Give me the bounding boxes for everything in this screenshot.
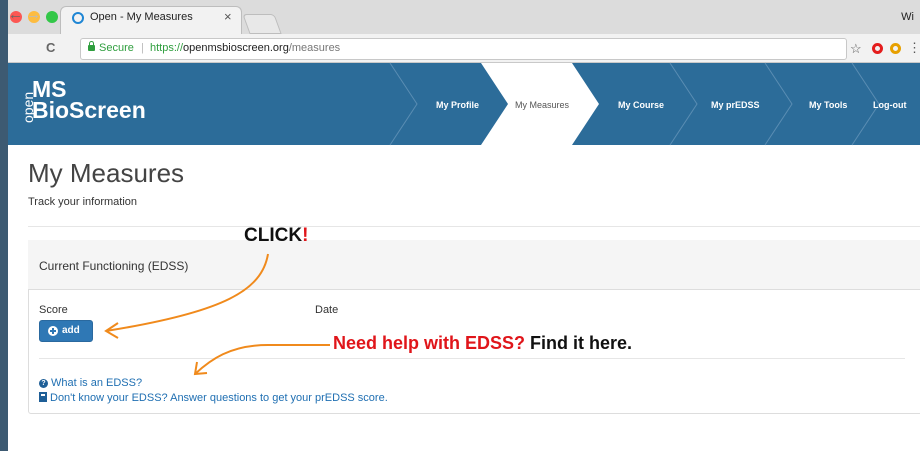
help-arrow [194,344,330,375]
annotation-arrows [104,253,330,376]
browser-window: Open - My Measures × Wi ← → C Secure | h… [0,0,920,451]
help-annotation-red: Need help with EDSS? [333,333,526,353]
click-exclamation: ! [302,225,309,246]
click-arrow [105,253,269,332]
help-annotation-black: Find it here. [530,333,633,353]
click-text: CLICK [244,225,303,246]
click-annotation: CLICK! [244,225,308,247]
window-left-edge [0,0,8,451]
help-annotation: Need help with EDSS? Find it here. [333,333,632,354]
